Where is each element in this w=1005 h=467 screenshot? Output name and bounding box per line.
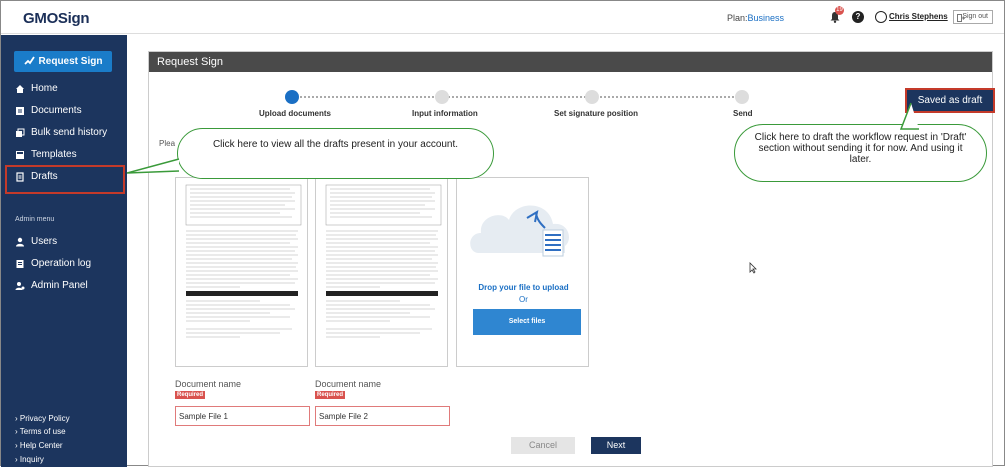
admin-icon xyxy=(15,281,25,290)
document-name-label-1: Document name xyxy=(175,379,242,389)
instruction-text: Plea xyxy=(159,139,176,148)
document-name-input-2[interactable] xyxy=(315,406,450,426)
step-label-input: Input information xyxy=(412,109,478,118)
step-label-send: Send xyxy=(733,109,753,118)
signout-icon xyxy=(957,14,965,22)
step-label-upload: Upload documents xyxy=(259,109,332,118)
log-icon xyxy=(16,259,24,268)
sidebar-item-label: Bulk send history xyxy=(31,127,108,138)
footer-link-privacy[interactable]: › Privacy Policy xyxy=(15,414,70,423)
stepper-line xyxy=(292,96,742,98)
user-avatar-icon[interactable] xyxy=(875,11,887,23)
step-dot-upload xyxy=(285,90,299,104)
or-text: Or xyxy=(519,295,528,304)
help-icon[interactable]: ? xyxy=(852,11,864,23)
request-sign-label: Request Sign xyxy=(38,56,103,67)
sidebar: Request Sign Home Documents Bulk send hi… xyxy=(1,35,127,467)
sidebar-item-operation-log[interactable]: Operation log xyxy=(15,258,91,269)
required-badge-2: Required xyxy=(315,391,346,399)
bulk-send-icon xyxy=(16,128,25,137)
sidebar-item-label: Operation log xyxy=(31,258,92,269)
sidebar-item-label: Documents xyxy=(31,105,82,116)
callout-pointer-left xyxy=(126,158,180,174)
template-icon xyxy=(16,150,24,159)
notification-badge: 19 xyxy=(835,6,844,15)
document-preview xyxy=(325,184,442,338)
top-bar: GMOSign Plan:Business 19 ? Chris Stephen… xyxy=(1,1,1004,34)
footer-link-inquiry[interactable]: › Inquiry xyxy=(15,455,44,464)
footer-link-help-center[interactable]: › Help Center xyxy=(15,441,63,450)
drafts-highlight-box xyxy=(5,165,125,194)
signout-label: Sign out xyxy=(962,13,988,20)
plan-info: Plan:Business xyxy=(727,13,784,23)
sidebar-item-label: Users xyxy=(31,236,58,247)
upload-dropzone[interactable]: Drop your file to upload Or Select files xyxy=(456,177,589,367)
page-title: Request Sign xyxy=(149,52,992,72)
app-logo[interactable]: GMOSign xyxy=(23,10,90,27)
cloud-upload-icon xyxy=(470,205,569,257)
sidebar-item-home[interactable]: Home xyxy=(15,83,58,94)
select-files-button[interactable]: Select files xyxy=(473,309,581,335)
sidebar-item-label: Home xyxy=(31,83,58,94)
user-name-link[interactable]: Chris Stephens xyxy=(889,12,948,21)
document-thumbnail-2[interactable] xyxy=(315,177,448,367)
sidebar-item-label: Templates xyxy=(31,149,77,160)
step-label-signature: Set signature position xyxy=(554,109,639,118)
request-sign-icon xyxy=(23,56,35,65)
sidebar-item-bulk-send-history[interactable]: Bulk send history xyxy=(15,127,107,138)
sidebar-item-admin-panel[interactable]: Admin Panel xyxy=(15,280,88,291)
plan-label: Plan: xyxy=(727,13,748,23)
document-name-input-1[interactable] xyxy=(175,406,310,426)
sidebar-item-templates[interactable]: Templates xyxy=(15,149,77,160)
required-badge-1: Required xyxy=(175,391,206,399)
signout-button[interactable]: Sign out xyxy=(953,10,993,24)
callout-drafts: Click here to view all the drafts presen… xyxy=(177,128,494,179)
drop-file-text: Drop your file to upload xyxy=(478,283,569,292)
plan-value: Business xyxy=(747,13,785,23)
document-preview xyxy=(185,184,302,338)
callout-drafts-text: Click here to view all the drafts presen… xyxy=(212,139,459,150)
callout-saved-draft-text: Click here to draft the workflow request… xyxy=(754,132,967,165)
admin-menu-label: Admin menu xyxy=(15,216,55,223)
user-icon xyxy=(16,237,24,246)
document-icon xyxy=(16,106,24,115)
home-icon xyxy=(16,84,24,93)
mouse-cursor-icon xyxy=(749,262,757,274)
request-sign-button[interactable]: Request Sign xyxy=(14,51,112,72)
step-dot-signature xyxy=(585,90,599,104)
step-dot-input xyxy=(435,90,449,104)
document-name-label-2: Document name xyxy=(315,379,382,389)
sidebar-item-label: Admin Panel xyxy=(31,280,88,291)
step-dot-send xyxy=(735,90,749,104)
callout-saved-draft: Click here to draft the workflow request… xyxy=(734,124,987,182)
cancel-button[interactable]: Cancel xyxy=(511,437,575,454)
callout-pointer-right xyxy=(899,102,919,130)
sidebar-item-documents[interactable]: Documents xyxy=(15,105,82,116)
footer-link-terms[interactable]: › Terms of use xyxy=(15,427,66,436)
document-thumbnail-1[interactable] xyxy=(175,177,308,367)
next-button[interactable]: Next xyxy=(591,437,641,454)
sidebar-item-users[interactable]: Users xyxy=(15,236,57,247)
